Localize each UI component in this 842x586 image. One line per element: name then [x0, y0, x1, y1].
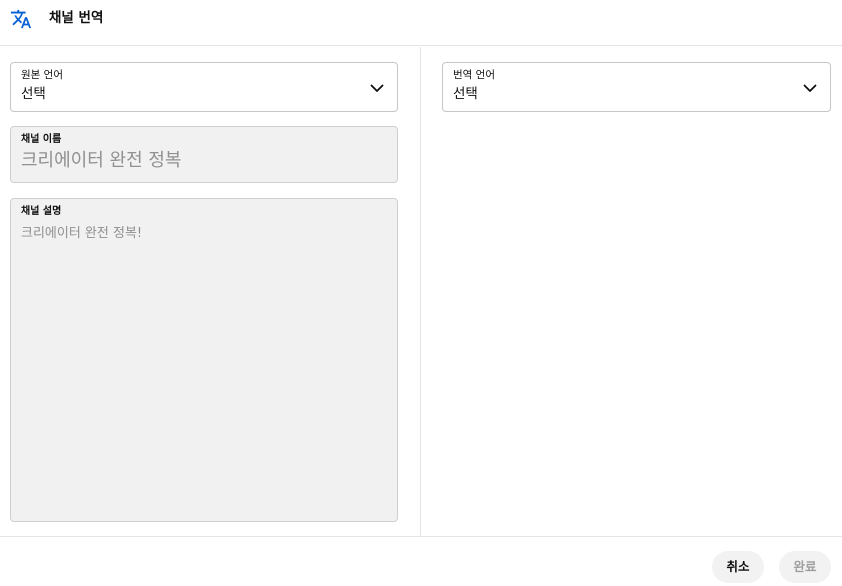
- translate-channel-dialog: 채널 번역 원본 언어 선택 채널 이름 크리에이터 완전 정복 채널 설명 크…: [0, 0, 842, 586]
- column-divider: [420, 47, 421, 536]
- chevron-down-icon: [803, 84, 817, 92]
- target-language-select[interactable]: 번역 언어 선택: [442, 62, 831, 112]
- channel-name-field: 채널 이름 크리에이터 완전 정복: [10, 126, 398, 183]
- chevron-down-icon: [370, 84, 384, 92]
- channel-description-label: 채널 설명: [21, 206, 62, 217]
- source-language-label: 원본 언어: [21, 69, 63, 81]
- dialog-title: 채널 번역: [49, 10, 104, 26]
- source-language-value: 선택: [21, 86, 46, 102]
- target-language-label: 번역 언어: [453, 69, 495, 81]
- target-language-value: 선택: [453, 86, 478, 102]
- source-language-select[interactable]: 원본 언어 선택: [10, 62, 398, 112]
- done-button[interactable]: 완료: [779, 551, 831, 583]
- dialog-header: 채널 번역: [0, 0, 842, 46]
- channel-name-label: 채널 이름: [21, 134, 62, 145]
- cancel-button[interactable]: 취소: [712, 551, 764, 583]
- channel-name-value: 크리에이터 완전 정복: [21, 150, 182, 171]
- channel-description-field: 채널 설명 크리에이터 완전 정복!: [10, 198, 398, 522]
- channel-description-value: 크리에이터 완전 정복!: [21, 226, 143, 241]
- dialog-footer: 취소 완료: [0, 536, 842, 586]
- translate-icon: [10, 9, 32, 29]
